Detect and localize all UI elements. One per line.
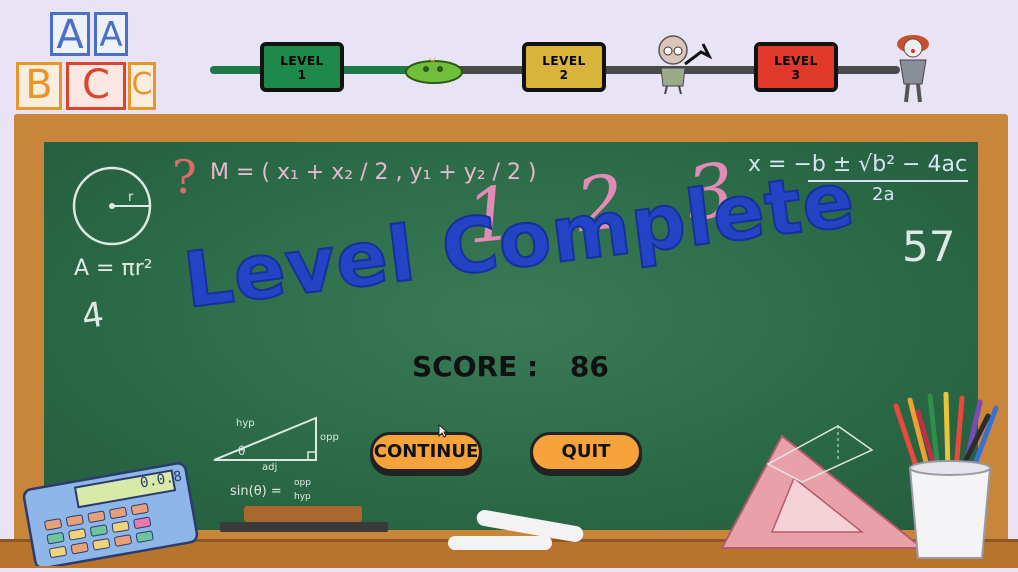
sine-formula-opp: opp (294, 478, 311, 488)
quit-button[interactable]: QUIT (530, 432, 642, 472)
clown-character-icon (897, 35, 929, 103)
triangle-adj-label: adj (262, 462, 278, 473)
level-2-label: LEVEL (542, 54, 586, 68)
slime-monster-icon (405, 56, 463, 84)
chalk-question-mark: ? (172, 150, 197, 204)
eraser (244, 506, 362, 522)
level-2-number: 2 (559, 68, 569, 82)
quadratic-formula-denominator: 2a (872, 184, 895, 205)
chalk-fifty-seven: 57 (902, 222, 956, 271)
circle-diagram-icon (72, 166, 152, 246)
score-value: 86 (569, 350, 609, 383)
block-b: B (16, 62, 62, 110)
triangle-theta-label: θ (238, 444, 246, 458)
level-3-number: 3 (791, 68, 801, 82)
level-1-number: 1 (297, 68, 307, 82)
score-display: SCORE : 86 (412, 350, 609, 383)
circle-area-formula: A = πr² (74, 256, 153, 281)
level-2-badge: LEVEL 2 (522, 42, 606, 92)
sine-formula-hyp: hyp (294, 492, 311, 502)
block-a-1: A (50, 12, 90, 56)
level-1-label: LEVEL (280, 54, 324, 68)
triangle-hyp-label: hyp (236, 418, 255, 429)
level-3-label: LEVEL (774, 54, 818, 68)
3d-prism-doodle (766, 425, 874, 483)
triangle-opp-label: opp (320, 432, 339, 443)
block-a-2: A (94, 12, 128, 56)
chalk-stick-2 (448, 536, 552, 550)
continue-button[interactable]: CONTINUE (370, 432, 482, 472)
block-c-2: C (128, 62, 156, 110)
eraser-base (220, 522, 388, 532)
pencil-cup-icon (893, 392, 999, 559)
sine-formula: sin(θ) = (230, 484, 282, 499)
circle-radius-label: r (128, 190, 134, 205)
level-3-badge: LEVEL 3 (754, 42, 838, 92)
level-1-badge: LEVEL 1 (260, 42, 344, 92)
score-label: SCORE : (412, 350, 539, 383)
mouse-cursor-icon (438, 424, 448, 438)
block-c-1: C (66, 62, 126, 110)
grandma-character-icon (658, 35, 713, 95)
